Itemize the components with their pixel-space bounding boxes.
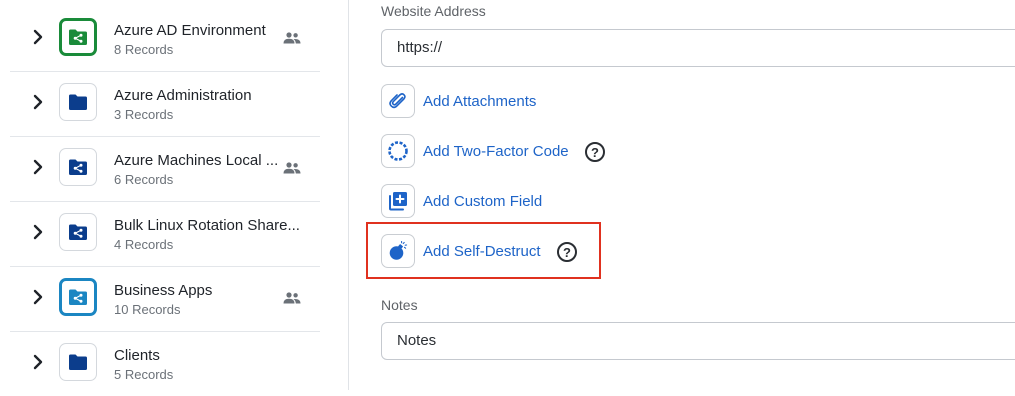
folder-name: Azure Machines Local ...: [114, 152, 279, 169]
folder-record-count: 3 Records: [114, 107, 174, 122]
add-two-factor-code-button[interactable]: [381, 134, 415, 168]
shared-folder-icon: [59, 18, 97, 56]
folder-name: Bulk Linux Rotation Share...: [114, 217, 300, 234]
folder-row-clients[interactable]: Clients 5 Records: [10, 331, 320, 396]
website-address-label: Website Address: [381, 3, 486, 19]
shared-users-icon: [283, 292, 301, 304]
website-address-input[interactable]: https://: [381, 29, 1015, 67]
folder-record-count: 8 Records: [114, 42, 174, 57]
folder-icon: [59, 343, 97, 381]
chevron-right-icon[interactable]: [30, 286, 46, 308]
add-attachments-link[interactable]: Add Attachments: [423, 93, 536, 110]
folder-row-azure-administration[interactable]: Azure Administration 3 Records: [10, 71, 320, 137]
add-custom-field-button[interactable]: [381, 184, 415, 218]
add-field-icon: [389, 192, 407, 211]
two-factor-help-icon[interactable]: ?: [585, 142, 605, 162]
shared-users-icon: [283, 32, 301, 44]
folder-name: Clients: [114, 347, 160, 364]
shared-folder-icon: [59, 213, 97, 251]
folder-record-count: 10 Records: [114, 302, 181, 317]
folder-row-bulk-linux-rotation[interactable]: Bulk Linux Rotation Share... 4 Records: [10, 201, 320, 267]
shared-users-icon: [283, 162, 301, 174]
shared-folder-icon: [59, 278, 97, 316]
highlight-box: [366, 222, 601, 279]
notes-textarea[interactable]: Notes: [381, 322, 1015, 360]
folder-icon: [59, 83, 97, 121]
folder-name: Business Apps: [114, 282, 213, 299]
folder-panel: Azure AD Environment 8 Records Azure Adm…: [0, 0, 348, 390]
chevron-right-icon[interactable]: [30, 91, 46, 113]
notes-label: Notes: [381, 297, 418, 313]
panel-divider: [348, 0, 349, 390]
folder-record-count: 6 Records: [114, 172, 174, 187]
chevron-right-icon[interactable]: [30, 221, 46, 243]
chevron-right-icon[interactable]: [30, 156, 46, 178]
totp-ring-icon: [388, 141, 408, 161]
shared-folder-icon: [59, 148, 97, 186]
folder-record-count: 4 Records: [114, 237, 174, 252]
paperclip-icon: [389, 93, 406, 109]
folder-record-count: 5 Records: [114, 367, 174, 382]
chevron-right-icon[interactable]: [30, 351, 46, 373]
add-two-factor-code-link[interactable]: Add Two-Factor Code: [423, 143, 569, 160]
folder-row-azure-ad-environment[interactable]: Azure AD Environment 8 Records: [10, 6, 320, 72]
folder-name: Azure AD Environment: [114, 22, 266, 39]
folder-row-business-apps[interactable]: Business Apps 10 Records: [10, 266, 320, 332]
add-custom-field-link[interactable]: Add Custom Field: [423, 193, 542, 210]
chevron-right-icon[interactable]: [30, 26, 46, 48]
folder-name: Azure Administration: [114, 87, 252, 104]
add-attachments-button[interactable]: [381, 84, 415, 118]
folder-row-azure-machines-local[interactable]: Azure Machines Local ... 6 Records: [10, 136, 320, 202]
